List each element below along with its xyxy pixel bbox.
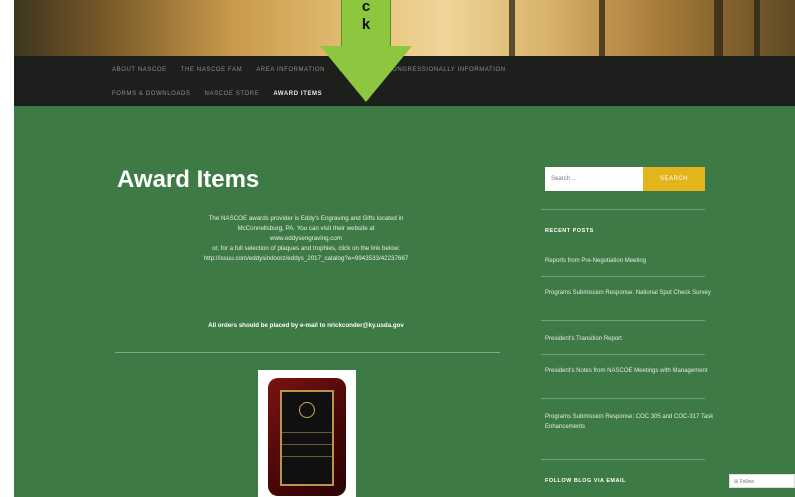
tree-trunk-decoration xyxy=(509,0,515,56)
description-line: McConnellsburg, PA. You can visit their … xyxy=(237,225,375,232)
tree-trunk-decoration xyxy=(599,0,605,56)
plaque-engraving-line xyxy=(282,432,332,433)
annotation-arrow-head xyxy=(320,46,412,102)
sidebar-divider xyxy=(541,398,705,399)
nav-item-fam[interactable]: The NASCOE Fam xyxy=(181,67,242,73)
nav-row-1: About NASCOE The NASCOE Fam Area Informa… xyxy=(112,67,506,73)
annotation-text: ck xyxy=(341,0,391,34)
vendor-website-link[interactable]: www.eddysengraving.com xyxy=(136,234,476,244)
follow-button[interactable]: ⊞ Follow xyxy=(729,474,795,488)
sidebar-divider xyxy=(541,354,705,355)
nav-item-area[interactable]: Area Information xyxy=(256,67,325,73)
sidebar-divider xyxy=(541,320,705,321)
sidebar-divider xyxy=(541,276,705,277)
plaque-engraving-line xyxy=(282,444,332,445)
content-area xyxy=(14,106,795,497)
plaque-board xyxy=(268,378,346,496)
award-plaque-image xyxy=(258,370,356,497)
content-divider xyxy=(115,352,500,353)
seal-icon xyxy=(299,402,315,418)
nav-item-store[interactable]: NASCOE Store xyxy=(205,91,260,97)
annotation-letter: k xyxy=(361,16,371,33)
nav-item-forms[interactable]: Forms & Downloads xyxy=(112,91,191,97)
annotation-arrow: ck xyxy=(320,0,412,110)
recent-post-link[interactable]: President's Notes from NASCOE Meetings w… xyxy=(545,366,715,376)
nav-item-about[interactable]: About NASCOE xyxy=(112,67,167,73)
recent-post-link[interactable]: President's Transition Report xyxy=(545,334,715,344)
tree-trunk-decoration xyxy=(754,0,760,56)
sidebar-divider xyxy=(541,209,705,210)
nav-row-2: Forms & Downloads NASCOE Store Award Ite… xyxy=(112,91,322,97)
description-line: The NASCOE awards provider is Eddy's Eng… xyxy=(208,215,404,222)
recent-post-link[interactable]: Programs Submission Response: National S… xyxy=(545,288,715,298)
sidebar-divider xyxy=(541,459,705,460)
plaque-engraving-line xyxy=(282,456,332,457)
recent-post-link[interactable]: Reports from Pre-Negotiation Meeting xyxy=(545,256,715,266)
follow-blog-heading: FOLLOW BLOG VIA EMAIL xyxy=(545,478,626,484)
catalog-link[interactable]: http://issuu.com/eddysindoorz/eddys_2017… xyxy=(136,254,476,264)
tree-trunk-decoration xyxy=(714,0,723,56)
description-line: or, for a full selection of plaques and … xyxy=(212,245,400,252)
award-description: The NASCOE awards provider is Eddy's Eng… xyxy=(136,214,476,264)
plaque-plate xyxy=(280,390,334,486)
search-button[interactable]: SEARCH xyxy=(643,167,705,191)
browser-page: About NASCOE The NASCOE Fam Area Informa… xyxy=(0,0,795,497)
annotation-letter: c xyxy=(361,0,371,15)
recent-post-link[interactable]: Programs Submission Response: COC 305 an… xyxy=(545,412,715,432)
page-title: Award Items xyxy=(117,166,260,193)
recent-posts-heading: RECENT POSTS xyxy=(545,228,594,234)
search-input[interactable]: Search ... xyxy=(545,167,643,191)
follow-label: Follow xyxy=(739,479,755,485)
nav-item-award-items[interactable]: Award Items xyxy=(273,91,322,97)
orders-note: All orders should be placed by e-mail to… xyxy=(208,322,404,329)
